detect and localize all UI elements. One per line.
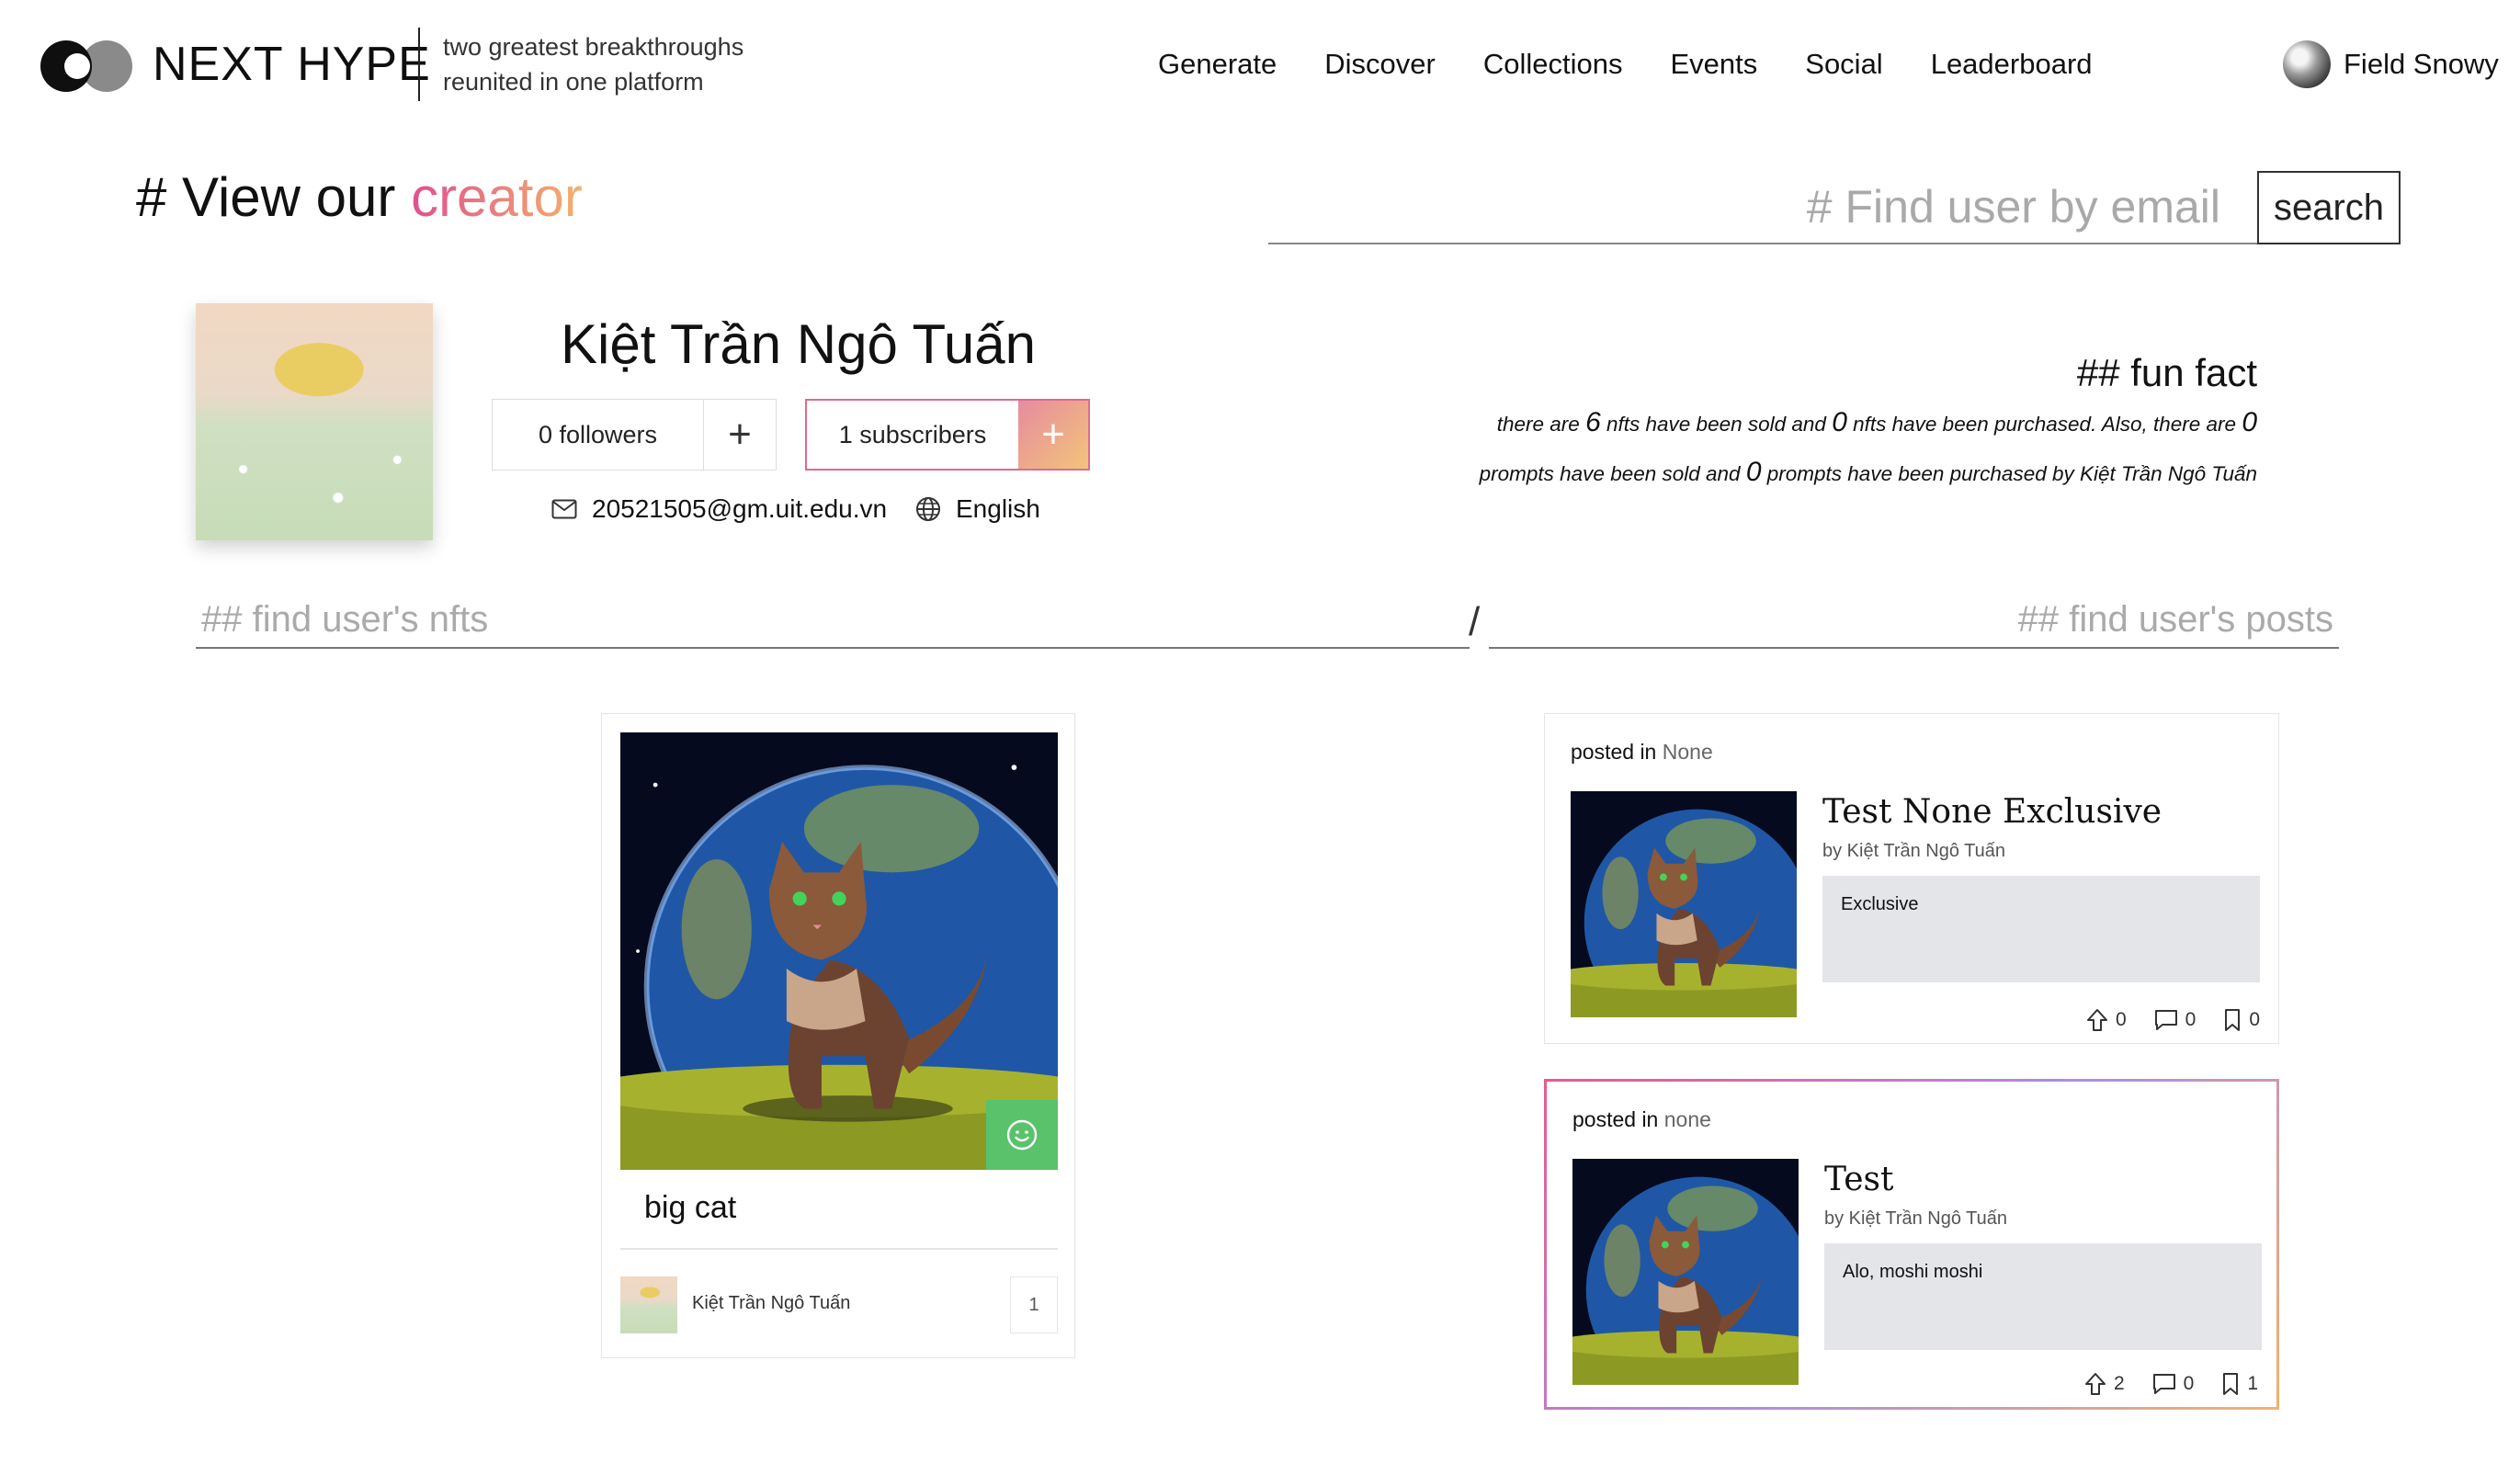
email-info: 20521505@gm.uit.edu.vn bbox=[551, 494, 887, 524]
follow-button[interactable]: + bbox=[704, 400, 776, 470]
nfts-purchased-count: 0 bbox=[1832, 407, 1847, 437]
upvote-button[interactable]: 0 bbox=[2086, 1008, 2127, 1032]
post-author[interactable]: by Kiệt Trần Ngô Tuấn bbox=[1822, 841, 2005, 862]
followers-count: 0 followers bbox=[493, 400, 704, 470]
user-menu[interactable]: Field Snowy bbox=[2283, 40, 2499, 88]
upvote-count: 0 bbox=[2115, 1009, 2127, 1030]
tagline: two greatest breakthroughs reunited in o… bbox=[443, 29, 744, 99]
posted-in-label: posted in bbox=[1572, 1107, 1659, 1131]
bookmark-icon bbox=[2223, 1373, 2239, 1395]
search-button[interactable]: search bbox=[2257, 171, 2401, 244]
bookmark-button[interactable]: 1 bbox=[2221, 1372, 2258, 1396]
fun-fact-title: ## fun fact bbox=[2076, 351, 2257, 394]
upvote-button[interactable]: 2 bbox=[2084, 1372, 2125, 1396]
fun-fact-text-5: prompts have been purchased by Kiệt Trần… bbox=[1761, 462, 2257, 485]
nft-status-badge[interactable] bbox=[986, 1100, 1058, 1170]
post-body: Exclusive bbox=[1822, 876, 2260, 982]
nft-owner-name[interactable]: Kiệt Trần Ngô Tuấn bbox=[692, 1293, 850, 1314]
nav-events[interactable]: Events bbox=[1670, 48, 1757, 81]
nav-collections[interactable]: Collections bbox=[1483, 48, 1623, 81]
post-card[interactable]: posted in None Test None Exclusive by Ki… bbox=[1544, 713, 2279, 1044]
top-navbar: NEXT HYPE two greatest breakthroughs reu… bbox=[0, 0, 2520, 138]
nft-divider bbox=[620, 1248, 1058, 1250]
arrow-up-icon bbox=[2084, 1373, 2106, 1395]
search-input[interactable] bbox=[1268, 171, 2257, 243]
post-title[interactable]: Test bbox=[1824, 1161, 1893, 1198]
comment-icon bbox=[2154, 1010, 2177, 1030]
user-avatar[interactable] bbox=[2283, 40, 2331, 88]
post-location: posted in none bbox=[1572, 1107, 1711, 1132]
main-nav: Generate Discover Collections Events Soc… bbox=[1158, 48, 2093, 81]
arrow-up-icon bbox=[2086, 1009, 2107, 1031]
nft-owner-avatar[interactable] bbox=[620, 1276, 677, 1333]
prompts-purchased-count: 0 bbox=[1745, 457, 1762, 487]
language-info: English bbox=[915, 494, 1040, 524]
post-actions: 2 0 1 bbox=[2084, 1372, 2258, 1396]
tagline-line-2: reunited in one platform bbox=[443, 68, 704, 96]
posted-in-label: posted in bbox=[1571, 740, 1657, 764]
logo-icon[interactable] bbox=[40, 40, 132, 92]
mail-icon bbox=[551, 499, 577, 519]
comment-icon bbox=[2152, 1374, 2175, 1394]
comment-count: 0 bbox=[2183, 1373, 2195, 1394]
page-title-prefix: # View our bbox=[136, 166, 412, 228]
upvote-count: 2 bbox=[2113, 1373, 2125, 1394]
nfts-section-header[interactable]: ## find user's nfts bbox=[196, 599, 1470, 649]
bookmark-count: 0 bbox=[2249, 1009, 2260, 1030]
globe-icon bbox=[916, 497, 940, 521]
posted-in-value[interactable]: None bbox=[1663, 740, 1713, 764]
page-title: # View our creator bbox=[136, 165, 583, 229]
post-image[interactable] bbox=[1572, 1159, 1799, 1385]
brand-divider bbox=[418, 28, 420, 101]
nft-title[interactable]: big cat bbox=[644, 1190, 736, 1226]
bookmark-count: 1 bbox=[2247, 1373, 2258, 1394]
subscribe-button[interactable]: + bbox=[1018, 401, 1088, 469]
posted-in-value[interactable]: none bbox=[1664, 1107, 1711, 1131]
nfts-sold-count: 6 bbox=[1585, 407, 1601, 437]
comment-count: 0 bbox=[2185, 1009, 2196, 1030]
subscribers-count: 1 subscribers bbox=[838, 420, 987, 448]
fun-fact-text-2: nfts have been sold and bbox=[1600, 413, 1833, 436]
user-search: search bbox=[1268, 171, 2401, 244]
post-image[interactable] bbox=[1571, 791, 1797, 1017]
subscribers-control: 1 subscribers + bbox=[805, 399, 1090, 471]
post-author[interactable]: by Kiệt Trần Ngô Tuấn bbox=[1824, 1208, 2007, 1230]
user-name[interactable]: Field Snowy bbox=[2344, 48, 2499, 81]
prompts-sold-count: 0 bbox=[2242, 407, 2257, 437]
fun-fact-text-4: prompts have been sold and bbox=[1479, 462, 1746, 485]
creator-email: 20521505@gm.uit.edu.vn bbox=[592, 494, 888, 523]
post-card[interactable]: posted in none Test by Kiệt Trần Ngô Tuấ… bbox=[1544, 1079, 2279, 1410]
post-location: posted in None bbox=[1571, 740, 1713, 765]
smile-icon bbox=[1006, 1119, 1038, 1151]
nft-edition-count: 1 bbox=[1010, 1276, 1058, 1333]
fun-fact-text-3: nfts have been purchased. Also, there ar… bbox=[1846, 413, 2242, 436]
post-body: Alo, moshi moshi bbox=[1824, 1243, 2262, 1350]
fun-fact-text: there are 6 nfts have been sold and 0 nf… bbox=[1338, 399, 2257, 498]
followers-control: 0 followers + bbox=[492, 399, 777, 471]
nft-card[interactable]: big cat Kiệt Trần Ngô Tuấn 1 bbox=[601, 713, 1075, 1358]
nav-leaderboard[interactable]: Leaderboard bbox=[1931, 48, 2093, 81]
section-separator: / bbox=[1469, 599, 1481, 644]
tagline-line-1: two greatest breakthroughs bbox=[443, 33, 744, 61]
comment-button[interactable]: 0 bbox=[2154, 1009, 2196, 1031]
comment-button[interactable]: 0 bbox=[2152, 1373, 2195, 1395]
posts-section-header[interactable]: ## find user's posts bbox=[1489, 599, 2339, 649]
page-title-highlight: creator bbox=[411, 166, 583, 228]
brand-name[interactable]: NEXT HYPE bbox=[153, 37, 431, 92]
post-title[interactable]: Test None Exclusive bbox=[1822, 793, 2162, 831]
nav-discover[interactable]: Discover bbox=[1324, 48, 1436, 81]
creator-name: Kiệt Trần Ngô Tuấn bbox=[561, 313, 1036, 375]
nav-generate[interactable]: Generate bbox=[1158, 48, 1277, 81]
post-actions: 0 0 0 bbox=[2086, 1008, 2260, 1032]
creator-avatar bbox=[196, 303, 433, 540]
bookmark-button[interactable]: 0 bbox=[2223, 1008, 2260, 1032]
fun-fact-text-1: there are bbox=[1496, 413, 1586, 436]
nav-social[interactable]: Social bbox=[1805, 48, 1882, 81]
bookmark-icon bbox=[2225, 1009, 2241, 1031]
creator-language: English bbox=[956, 494, 1040, 523]
